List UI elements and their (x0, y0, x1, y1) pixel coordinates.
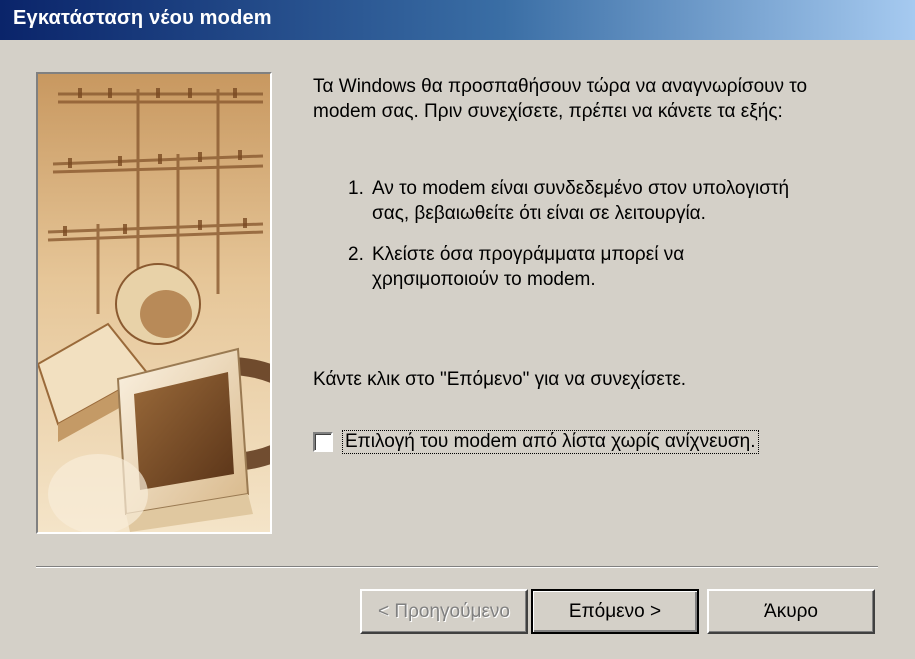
window-title: Εγκατάσταση νέου modem (13, 7, 272, 29)
access-key: χ (611, 431, 621, 452)
step-item: 2. Κλείστε όσα προγράμματα μπορεί να χρη… (348, 242, 868, 292)
modem-telephone-pole-image (38, 74, 270, 532)
manual-select-label[interactable]: Επιλογή του modem από λίστα χωρίς ανίχνε… (342, 430, 759, 454)
label-part: Επιλογή του modem από λίστα (345, 431, 612, 452)
label-part: ωρίς ανίχνευση. (620, 431, 756, 452)
title-bar[interactable]: Εγκατάσταση νέου modem (0, 0, 915, 40)
manual-select-checkbox[interactable] (313, 432, 333, 452)
back-button[interactable]: < Προηγούμενο (360, 589, 528, 634)
next-button[interactable]: Επόμενο > (531, 589, 699, 634)
step-text: Κλείστε όσα προγράμματα μπορεί να χρησιμ… (372, 244, 685, 290)
step-item: 1. Αν το modem είναι συνδεδεμένο στον υπ… (348, 176, 868, 226)
manual-select-option[interactable]: Επιλογή του modem από λίστα χωρίς ανίχνε… (313, 430, 759, 454)
install-modem-dialog: Εγκατάσταση νέου modem Τα Windows θα προ… (0, 0, 915, 659)
step-text: Αν το modem είναι συνδεδεμένο στον υπολο… (372, 178, 790, 224)
cancel-button[interactable]: Άκυρο (707, 589, 875, 634)
button-separator (36, 566, 878, 568)
continue-hint: Κάντε κλικ στο "Επόμενο" για να συνεχίσε… (313, 369, 687, 390)
step-number: 1. (348, 178, 364, 199)
wizard-illustration (36, 72, 272, 534)
steps-list: 1. Αν το modem είναι συνδεδεμένο στον υπ… (348, 176, 868, 308)
step-number: 2. (348, 244, 364, 265)
intro-text: Τα Windows θα προσπαθήσουν τώρα να αναγν… (313, 76, 808, 122)
